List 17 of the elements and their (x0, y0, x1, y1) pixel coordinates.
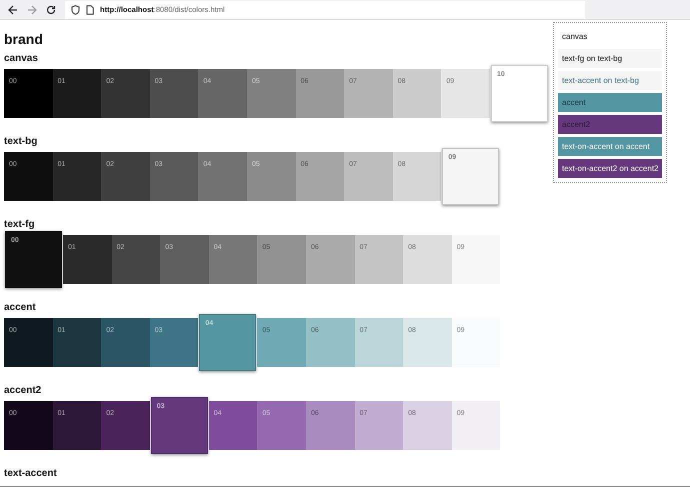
palette-heading: text-bg (4, 135, 38, 148)
palette-heading: canvas (4, 52, 38, 65)
sample-label: accent (558, 93, 662, 112)
palette-heading: accent (4, 301, 36, 314)
sample-label: text-on-accent2 on accent2 (558, 159, 662, 178)
sample-label: text-fg on text-bg (558, 49, 662, 68)
sample-label: text-accent on text-bg (558, 71, 662, 90)
page-icon (86, 4, 94, 14)
page-heading: brand (4, 30, 43, 48)
reload-icon[interactable] (46, 4, 56, 14)
sample-label: text-on-accent on accent (558, 137, 662, 156)
shield-icon (71, 4, 80, 14)
palette-heading: text-accent (4, 467, 57, 480)
back-icon[interactable] (8, 4, 18, 14)
palette-heading: accent2 (4, 384, 42, 397)
sample-label: accent2 (558, 115, 662, 134)
palette-heading: text-fg (4, 218, 35, 231)
